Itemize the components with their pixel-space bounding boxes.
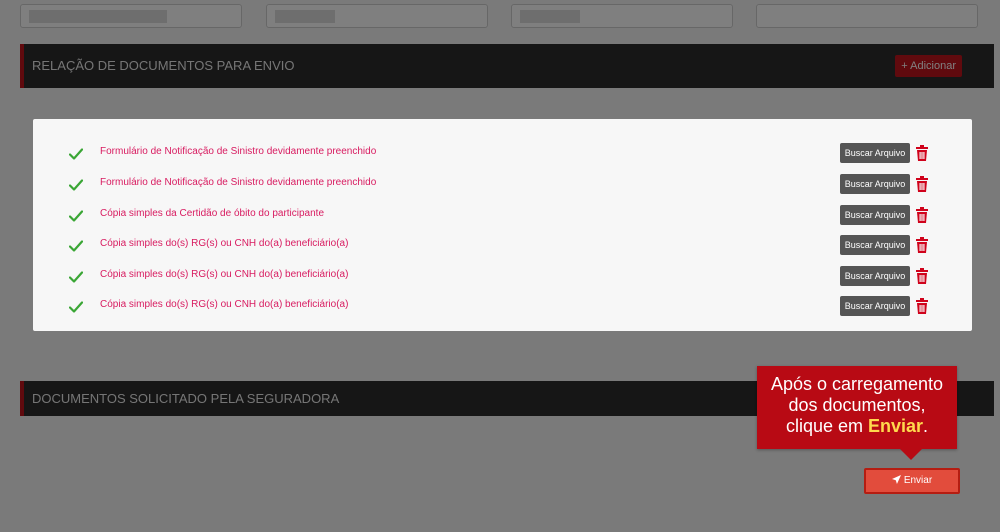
tooltip-line: dos documentos, [788, 395, 926, 415]
check-icon [69, 179, 83, 191]
trash-icon[interactable] [915, 145, 929, 161]
document-row: Cópia simples do(s) RG(s) ou CNH do(a) b… [33, 264, 972, 295]
check-icon [69, 271, 83, 283]
browse-file-button[interactable]: Buscar Arquivo [840, 235, 910, 255]
trash-icon[interactable] [915, 176, 929, 192]
document-label: Formulário de Notificação de Sinistro de… [100, 146, 377, 157]
check-icon [69, 301, 83, 313]
document-row: Cópia simples do(s) RG(s) ou CNH do(a) b… [33, 294, 972, 325]
document-row: Cópia simples do(s) RG(s) ou CNH do(a) b… [33, 233, 972, 264]
document-row: Cópia simples da Certidão de óbito do pa… [33, 203, 972, 234]
send-button[interactable]: Enviar [864, 468, 960, 494]
trash-icon[interactable] [915, 268, 929, 284]
document-label: Cópia simples da Certidão de óbito do pa… [100, 208, 325, 219]
paper-plane-icon [891, 475, 901, 484]
tooltip-arrow [900, 449, 922, 460]
tooltip-highlight: Enviar [868, 416, 924, 436]
browse-file-button[interactable]: Buscar Arquivo [840, 205, 910, 225]
check-icon [69, 210, 83, 222]
browse-file-button[interactable]: Buscar Arquivo [840, 296, 910, 316]
trash-icon[interactable] [915, 207, 929, 223]
document-label: Cópia simples do(s) RG(s) ou CNH do(a) b… [100, 238, 349, 249]
trash-icon[interactable] [915, 237, 929, 253]
check-icon [69, 240, 83, 252]
trash-icon[interactable] [915, 298, 929, 314]
document-row: Formulário de Notificação de Sinistro de… [33, 141, 972, 172]
send-button-label: Enviar [903, 475, 933, 486]
tooltip-line: Após o carregamento [770, 374, 944, 394]
browse-file-button[interactable]: Buscar Arquivo [840, 266, 910, 286]
document-label: Formulário de Notificação de Sinistro de… [100, 177, 377, 188]
tooltip-line: clique em Enviar. [785, 416, 929, 436]
check-icon [69, 148, 83, 160]
instruction-tooltip: Após o carregamento dos documentos, cliq… [757, 366, 957, 449]
document-label: Cópia simples do(s) RG(s) ou CNH do(a) b… [100, 299, 349, 310]
document-label: Cópia simples do(s) RG(s) ou CNH do(a) b… [100, 269, 349, 280]
documents-panel: Formulário de Notificação de Sinistro de… [33, 119, 972, 331]
document-row: Formulário de Notificação de Sinistro de… [33, 172, 972, 203]
browse-file-button[interactable]: Buscar Arquivo [840, 174, 910, 194]
browse-file-button[interactable]: Buscar Arquivo [840, 143, 910, 163]
